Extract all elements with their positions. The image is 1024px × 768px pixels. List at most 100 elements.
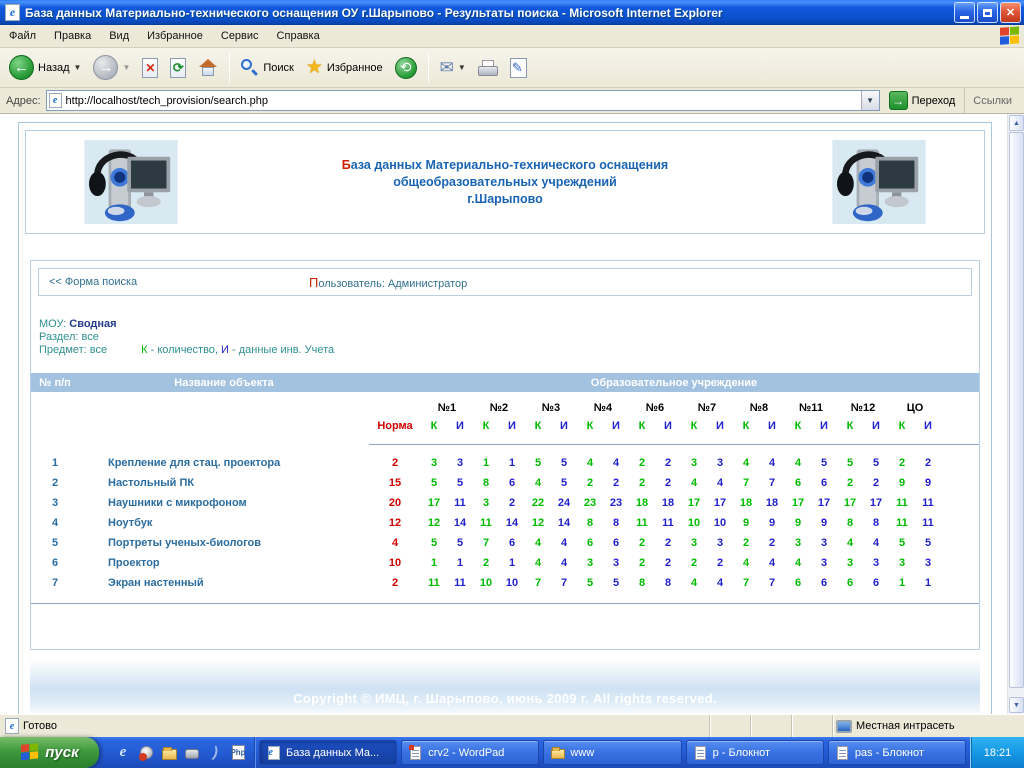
- edit-button[interactable]: ✎: [505, 51, 532, 85]
- quick-launch-ie-icon[interactable]: e: [115, 745, 131, 761]
- i-value: 2: [499, 497, 525, 509]
- menu-item[interactable]: Сервис: [212, 25, 268, 47]
- i-value: 6: [811, 477, 837, 489]
- status-page-icon: e: [5, 718, 19, 734]
- address-input[interactable]: e http://localhost/tech_provision/search…: [46, 90, 880, 111]
- i-value: 9: [915, 477, 941, 489]
- i-column-header: И: [655, 420, 681, 432]
- i-value: 11: [447, 497, 473, 509]
- stop-button[interactable]: ✕: [137, 51, 163, 85]
- norma-value: 2: [369, 577, 421, 589]
- i-value: 7: [551, 577, 577, 589]
- k-value: 5: [421, 477, 447, 489]
- table-header-band: № п/п Название объекта Образовательное у…: [31, 373, 979, 392]
- k-value: 3: [421, 457, 447, 469]
- mail-button[interactable]: ✉ ▼: [435, 51, 471, 85]
- taskbar-task[interactable]: www: [543, 740, 681, 765]
- page-icon: e: [49, 93, 62, 108]
- go-arrow-icon: →: [889, 91, 908, 110]
- quick-launch-swoosh-icon[interactable]: ): [207, 745, 223, 761]
- i-value: 24: [551, 497, 577, 509]
- quick-launch-php-editor-icon[interactable]: Php: [230, 745, 246, 761]
- i-value: 4: [759, 557, 785, 569]
- print-button[interactable]: [473, 51, 503, 85]
- restore-button[interactable]: [977, 2, 998, 23]
- table-row: 7Экран настенный211111010775588447766661…: [31, 573, 979, 593]
- system-tray[interactable]: 18:21: [970, 737, 1024, 768]
- k-value: 7: [733, 577, 759, 589]
- vertical-scrollbar[interactable]: ▲ ▼: [1007, 114, 1024, 714]
- go-button[interactable]: → Переход: [885, 89, 960, 113]
- k-value: 10: [473, 577, 499, 589]
- norma-value: 12: [369, 517, 421, 529]
- i-value: 14: [551, 517, 577, 529]
- row-number: 7: [31, 577, 79, 589]
- favorites-button[interactable]: ★ Избранное: [301, 51, 388, 85]
- menu-item[interactable]: Справка: [268, 25, 329, 47]
- k-value: 17: [837, 497, 863, 509]
- item-name: Экран настенный: [79, 577, 369, 589]
- quick-launch-media-disc-icon[interactable]: [138, 745, 154, 761]
- scroll-down-button[interactable]: ▼: [1009, 697, 1024, 713]
- k-value: 22: [525, 497, 551, 509]
- status-spacer: [750, 715, 791, 737]
- taskbar-task[interactable]: crv2 - WordPad: [401, 740, 539, 765]
- k-value: 3: [577, 557, 603, 569]
- k-value: 4: [785, 457, 811, 469]
- school-header: №6: [629, 402, 681, 416]
- back-dropdown-icon[interactable]: ▼: [74, 63, 82, 72]
- taskbar-task[interactable]: eБаза данных Ма...: [259, 740, 397, 765]
- close-button[interactable]: ✕: [1000, 2, 1021, 23]
- k-value: 2: [889, 457, 915, 469]
- schools-header-row: №1№2№3№4№6№7№8№11№12ЦО: [31, 392, 979, 416]
- minimize-icon: [960, 16, 969, 19]
- k-value: 9: [889, 477, 915, 489]
- predmet-line: Предмет: всеК - количество, И - данные и…: [39, 344, 979, 357]
- table-subheader: №1№2№3№4№6№7№8№11№12ЦО НормаКИКИКИКИКИКИ…: [31, 392, 979, 445]
- k-value: 11: [889, 517, 915, 529]
- i-value: 10: [499, 577, 525, 589]
- k-value: 4: [681, 577, 707, 589]
- menu-item[interactable]: Файл: [0, 25, 45, 47]
- quick-launch-folder-icon[interactable]: [161, 745, 177, 761]
- search-icon: [241, 59, 259, 77]
- window-titlebar: e База данных Материально-технического о…: [0, 0, 1024, 25]
- back-button[interactable]: ← Назад ▼: [4, 51, 86, 85]
- refresh-button[interactable]: ⟳: [165, 51, 191, 85]
- menu-item[interactable]: Вид: [100, 25, 138, 47]
- minimize-button[interactable]: [954, 2, 975, 23]
- k-value: 1: [889, 577, 915, 589]
- print-icon: [478, 60, 498, 76]
- search-button[interactable]: Поиск: [236, 51, 298, 85]
- taskbar-task[interactable]: p - Блокнот: [686, 740, 824, 765]
- computer-logo-right: [829, 140, 929, 224]
- i-value: 7: [759, 577, 785, 589]
- address-dropdown-icon[interactable]: ▼: [861, 91, 879, 110]
- i-value: 8: [655, 577, 681, 589]
- taskbar-task[interactable]: pas - Блокнот: [828, 740, 966, 765]
- links-button[interactable]: Ссылки: [964, 88, 1022, 113]
- search-form-link[interactable]: << Форма поиска: [49, 276, 137, 288]
- item-name: Ноутбук: [79, 517, 369, 529]
- menu-item[interactable]: Правка: [45, 25, 100, 47]
- home-button[interactable]: [193, 51, 223, 85]
- k-value: 4: [785, 557, 811, 569]
- k-value: 4: [681, 477, 707, 489]
- scroll-up-button[interactable]: ▲: [1009, 115, 1024, 131]
- notepad-icon: [835, 745, 850, 760]
- start-button[interactable]: пуск: [0, 737, 99, 768]
- i-value: 4: [759, 457, 785, 469]
- scrollbar-thumb[interactable]: [1009, 132, 1024, 688]
- menu-item[interactable]: Избранное: [138, 25, 212, 47]
- k-column-header: К: [889, 420, 915, 432]
- forward-button[interactable]: → ▼: [88, 51, 135, 85]
- i-value: 1: [499, 457, 525, 469]
- page-viewport: База данных Материально-технического осн…: [0, 114, 1024, 714]
- restore-icon: [983, 9, 992, 17]
- address-value[interactable]: http://localhost/tech_provision/search.p…: [66, 95, 861, 107]
- mail-dropdown-icon[interactable]: ▼: [458, 63, 466, 72]
- i-value: 1: [447, 557, 473, 569]
- history-button[interactable]: ⟲: [390, 51, 422, 85]
- row-number: 6: [31, 557, 79, 569]
- quick-launch-show-desktop-icon[interactable]: [184, 745, 200, 761]
